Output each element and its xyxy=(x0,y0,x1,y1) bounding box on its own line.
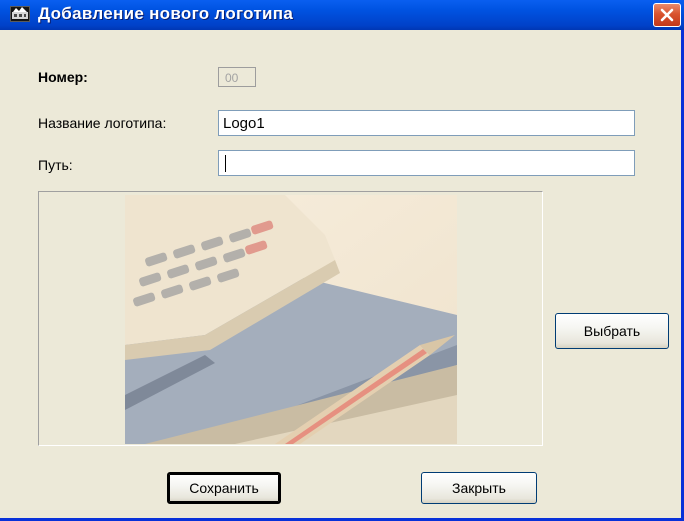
save-button[interactable]: Сохранить xyxy=(167,472,281,504)
close-button-label: Закрыть xyxy=(452,480,506,496)
number-label: Номер: xyxy=(38,69,88,85)
title-bar[interactable]: Добавление нового логотипа xyxy=(0,0,684,30)
text-caret xyxy=(225,155,226,172)
number-field: 00 xyxy=(218,67,256,87)
choose-button[interactable]: Выбрать xyxy=(555,313,669,349)
logo-preview-frame xyxy=(38,191,543,446)
choose-button-label: Выбрать xyxy=(583,323,641,339)
logo-name-input[interactable] xyxy=(218,110,635,136)
close-button[interactable]: Закрыть xyxy=(421,472,537,504)
app-logo-icon xyxy=(10,6,30,22)
close-window-button[interactable] xyxy=(653,3,681,27)
window-title: Добавление нового логотипа xyxy=(38,4,294,23)
logo-preview-image xyxy=(125,195,457,444)
save-button-label: Сохранить xyxy=(189,480,259,496)
path-input[interactable] xyxy=(218,150,635,176)
close-icon xyxy=(660,8,674,22)
path-label: Путь: xyxy=(38,157,73,173)
dialog-window: Добавление нового логотипа Номер: 00 Наз… xyxy=(0,0,684,521)
logo-name-label: Название логотипа: xyxy=(38,115,167,131)
